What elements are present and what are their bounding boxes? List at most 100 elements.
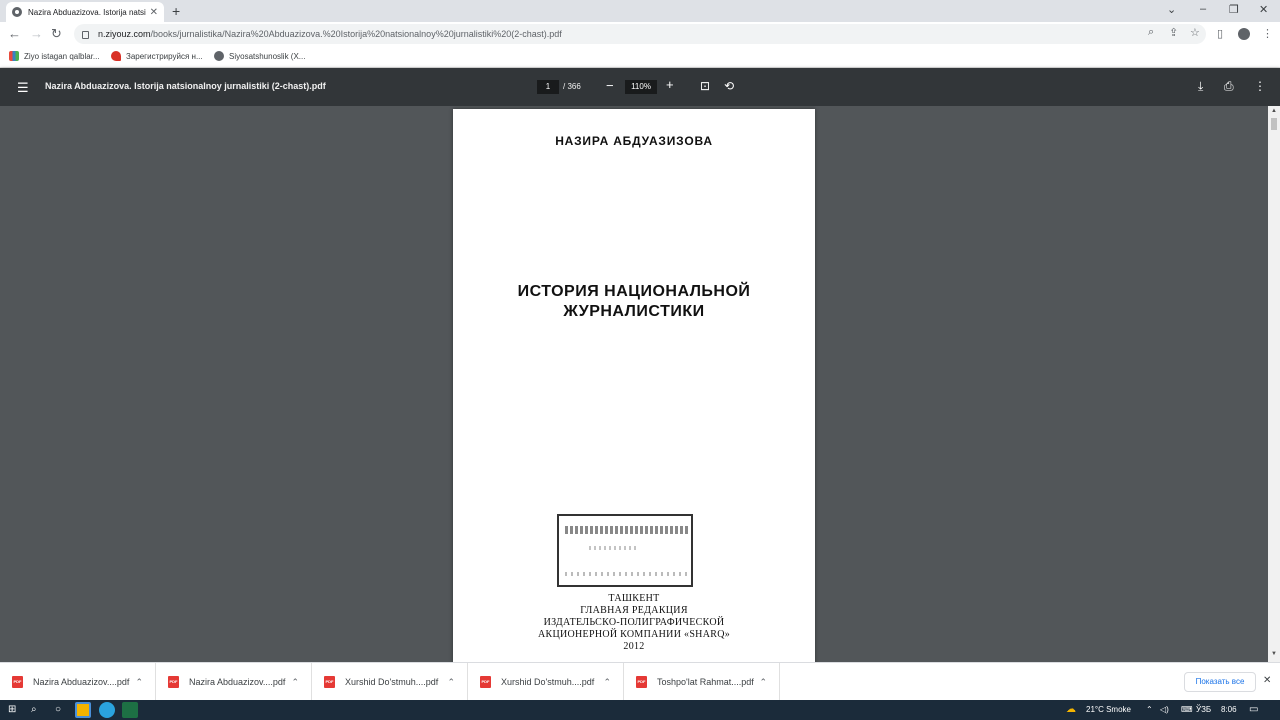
vertical-scrollbar[interactable]: ▲ ▼ bbox=[1268, 106, 1280, 662]
search-icon[interactable]: ⌕ bbox=[31, 704, 37, 715]
chevron-up-icon[interactable]: ⌃ bbox=[291, 677, 299, 688]
bookmark-star-icon[interactable]: ☆ bbox=[1190, 26, 1200, 39]
pdf-file-icon: PDF bbox=[168, 676, 179, 688]
clock[interactable]: 8:06 bbox=[1221, 705, 1237, 714]
share-icon[interactable]: ⇪ bbox=[1169, 26, 1178, 39]
zoom-in-button[interactable]: + bbox=[666, 77, 674, 92]
publisher-line-4: АКЦИОНЕРНОЙ КОМПАНИИ «SHARQ» bbox=[537, 629, 731, 640]
side-panel-icon[interactable]: ▯ bbox=[1217, 27, 1223, 40]
download-item[interactable]: PDF Toshpo'lat Rahmat....pdf ⌃ bbox=[624, 663, 780, 701]
new-tab-button[interactable]: + bbox=[172, 3, 180, 19]
download-item[interactable]: PDF Nazira Abduazizov....pdf ⌃ bbox=[0, 663, 156, 701]
library-stamp bbox=[557, 514, 693, 587]
publisher-line-2: ГЛАВНАЯ РЕДАКЦИЯ bbox=[580, 605, 688, 616]
scroll-down-icon[interactable]: ▼ bbox=[1271, 651, 1277, 657]
chevron-up-icon[interactable]: ⌃ bbox=[1146, 705, 1153, 714]
tab-strip: Nazira Abduazizova. Istorija natsi ✕ + ⌄… bbox=[0, 0, 1280, 22]
chevron-up-icon[interactable]: ⌃ bbox=[447, 677, 455, 688]
window-close-icon[interactable]: ✕ bbox=[1259, 3, 1268, 16]
publisher-line-3: ИЗДАТЕЛЬСКО-ПОЛИГРАФИЧЕСКОЙ bbox=[543, 617, 725, 628]
bookmark-siyosat[interactable]: Siyosatshunoslik (X... bbox=[214, 51, 305, 61]
restore-icon[interactable]: ❐ bbox=[1229, 3, 1239, 16]
scroll-thumb[interactable] bbox=[1271, 118, 1277, 130]
bookmark-label: Siyosatshunoslik (X... bbox=[229, 51, 306, 61]
language-indicator[interactable]: ЎЗБ bbox=[1196, 705, 1211, 714]
show-all-downloads-button[interactable]: Показать все bbox=[1184, 672, 1256, 692]
pdf-file-icon: PDF bbox=[324, 676, 335, 688]
download-filename: Xurshid Do'stmuh....pdf bbox=[501, 677, 595, 687]
pdf-toolbar: ☰ Nazira Abduazizova. Istorija natsional… bbox=[0, 68, 1280, 106]
bookmark-label: Ziyo istagan qalblar... bbox=[24, 51, 100, 61]
weather-status[interactable]: 21°C Smoke bbox=[1086, 705, 1131, 714]
chevron-up-icon[interactable]: ⌃ bbox=[603, 677, 611, 688]
zoom-icon[interactable]: ⌕ bbox=[1148, 26, 1154, 39]
forward-icon[interactable]: → bbox=[30, 26, 43, 41]
download-item[interactable]: PDF Xurshid Do'stmuh....pdf ⌃ bbox=[468, 663, 624, 701]
address-bar[interactable]: n.ziyouz.com /books/jurnalistika/Nazira%… bbox=[74, 24, 1206, 44]
pdf-title: Nazira Abduazizova. Istorija natsionalno… bbox=[45, 81, 326, 91]
notifications-icon[interactable]: ▭ bbox=[1249, 704, 1258, 715]
minimize-icon[interactable]: – bbox=[1200, 3, 1206, 15]
volume-icon[interactable]: ◁) bbox=[1160, 705, 1169, 714]
keyboard-language-icon[interactable]: ⌨ bbox=[1181, 705, 1193, 714]
url-path: /books/jurnalistika/Nazira%20Abduazizova… bbox=[150, 29, 562, 39]
tab-search-icon[interactable]: ⌄ bbox=[1167, 3, 1176, 16]
globe-icon bbox=[12, 7, 22, 17]
rotate-icon[interactable]: ⟲ bbox=[724, 79, 734, 93]
lock-icon bbox=[82, 31, 89, 39]
close-downloads-icon[interactable]: ✕ bbox=[1263, 675, 1271, 686]
chrome-app-icon[interactable] bbox=[75, 702, 91, 718]
pdf-file-icon: PDF bbox=[480, 676, 491, 688]
download-item[interactable]: PDF Xurshid Do'stmuh....pdf ⌃ bbox=[312, 663, 468, 701]
chevron-up-icon[interactable]: ⌃ bbox=[135, 677, 143, 688]
bookmark-favicon-icon bbox=[9, 51, 19, 61]
weather-icon: ☁ bbox=[1066, 704, 1076, 715]
pdf-file-icon: PDF bbox=[636, 676, 647, 688]
excel-app-icon[interactable] bbox=[122, 702, 138, 718]
book-title-line-2: ЖУРНАЛИСТИКИ bbox=[563, 303, 705, 320]
url-host: n.ziyouz.com bbox=[98, 29, 151, 39]
back-icon[interactable]: ← bbox=[8, 26, 21, 41]
active-tab[interactable]: Nazira Abduazizova. Istorija natsi ✕ bbox=[6, 2, 164, 22]
pdf-viewer[interactable]: НАЗИРА АБДУАЗИЗОВА ИСТОРИЯ НАЦИОНАЛЬНОЙ … bbox=[0, 106, 1268, 662]
download-filename: Nazira Abduazizov....pdf bbox=[189, 677, 286, 687]
bookmark-ziyo[interactable]: Ziyo istagan qalblar... bbox=[9, 51, 100, 61]
print-icon[interactable]: ⎙ bbox=[1224, 79, 1234, 94]
scroll-up-icon[interactable]: ▲ bbox=[1271, 108, 1277, 114]
page-number-input[interactable]: 1 bbox=[537, 80, 559, 94]
windows-start-icon[interactable]: ⊞ bbox=[8, 704, 16, 715]
book-title-line-1: ИСТОРИЯ НАЦИОНАЛЬНОЙ bbox=[517, 283, 751, 300]
pdf-file-icon: PDF bbox=[12, 676, 23, 688]
fit-page-icon[interactable]: ⊡ bbox=[700, 79, 710, 93]
bookmark-label: Зарегистрируйся н... bbox=[126, 51, 203, 61]
close-tab-icon[interactable]: ✕ bbox=[150, 7, 158, 18]
more-actions-icon[interactable]: ⋮ bbox=[1254, 79, 1266, 93]
chevron-up-icon[interactable]: ⌃ bbox=[759, 677, 767, 688]
telegram-app-icon[interactable] bbox=[99, 702, 115, 718]
profile-avatar-icon[interactable] bbox=[1238, 28, 1250, 40]
downloads-bar: PDF Nazira Abduazizov....pdf ⌃ PDF Nazir… bbox=[0, 662, 1280, 701]
reload-icon[interactable]: ↻ bbox=[51, 26, 62, 42]
windows-taskbar: ⊞ ⌕ ○ ☁ 21°C Smoke ⌃ ◁) ⌨ ЎЗБ 8:06 ▭ bbox=[0, 700, 1280, 720]
download-filename: Xurshid Do'stmuh....pdf bbox=[345, 677, 439, 687]
task-view-icon[interactable]: ○ bbox=[55, 704, 61, 715]
book-author: НАЗИРА АБДУАЗИЗОВА bbox=[555, 134, 713, 148]
heart-icon bbox=[111, 51, 121, 61]
page-total: / 366 bbox=[563, 82, 581, 91]
hamburger-menu-icon[interactable]: ☰ bbox=[17, 80, 29, 96]
download-filename: Nazira Abduazizov....pdf bbox=[33, 677, 130, 687]
tab-title: Nazira Abduazizova. Istorija natsi bbox=[28, 7, 146, 17]
zoom-out-button[interactable]: − bbox=[606, 78, 614, 93]
publication-year: 2012 bbox=[623, 641, 645, 652]
pdf-page: НАЗИРА АБДУАЗИЗОВА ИСТОРИЯ НАЦИОНАЛЬНОЙ … bbox=[453, 109, 815, 662]
download-filename: Toshpo'lat Rahmat....pdf bbox=[657, 677, 754, 687]
browser-toolbar: ← → ↻ n.ziyouz.com /books/jurnalistika/N… bbox=[0, 22, 1280, 46]
bookmarks-bar: Ziyo istagan qalblar... Зарегистрируйся … bbox=[0, 46, 1280, 68]
download-icon[interactable]: ⤓ bbox=[1198, 79, 1203, 94]
chrome-menu-icon[interactable]: ⋮ bbox=[1262, 27, 1273, 40]
zoom-level-input[interactable]: 110% bbox=[625, 80, 657, 94]
download-item[interactable]: PDF Nazira Abduazizov....pdf ⌃ bbox=[156, 663, 312, 701]
globe-icon bbox=[214, 51, 224, 61]
bookmark-register[interactable]: Зарегистрируйся н... bbox=[111, 51, 203, 61]
publisher-city: ТАШКЕНТ bbox=[608, 593, 660, 604]
